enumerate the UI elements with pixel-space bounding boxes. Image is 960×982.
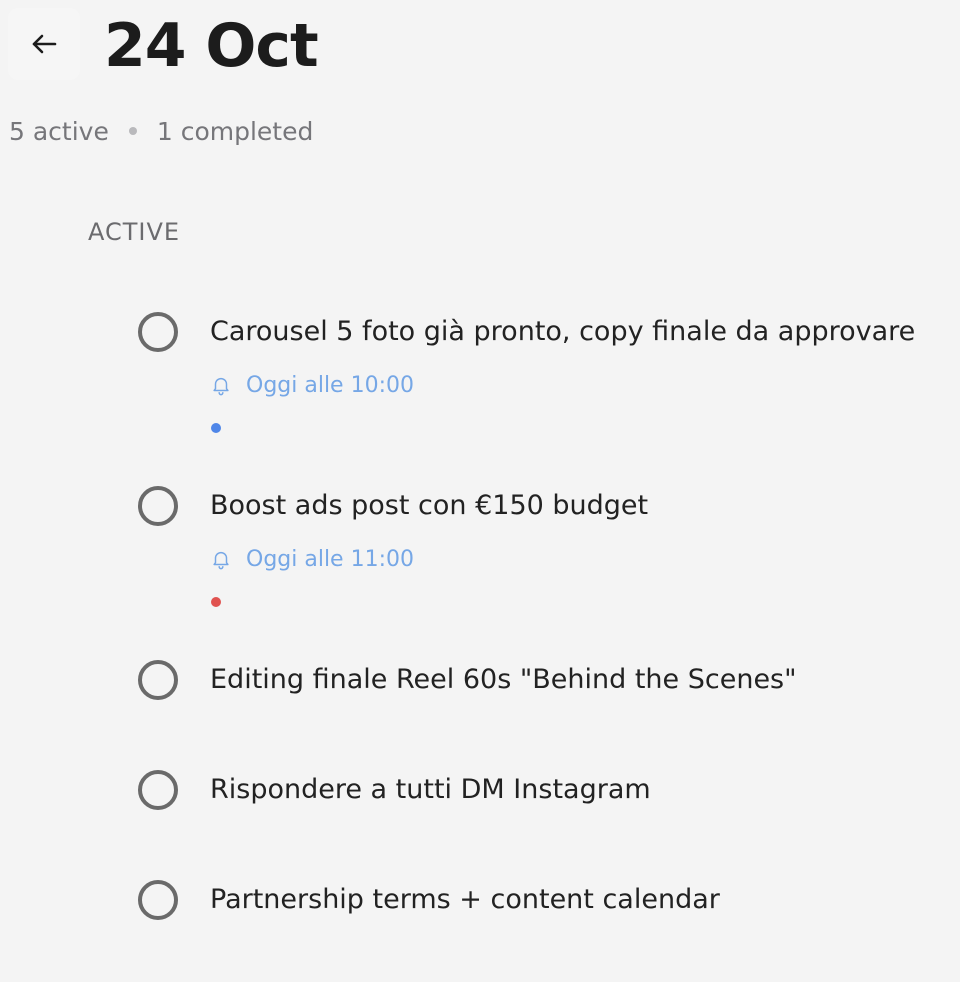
task-checkbox[interactable]	[138, 770, 178, 810]
task-reminder[interactable]: Oggi alle 11:00	[210, 544, 414, 574]
task-item[interactable]: Partnership terms + content calendar	[138, 880, 960, 920]
page-title: 24 Oct	[104, 11, 319, 81]
task-checkbox[interactable]	[138, 660, 178, 700]
task-title[interactable]: Rispondere a tutti DM Instagram	[210, 770, 651, 810]
back-button[interactable]	[8, 8, 80, 80]
task-title[interactable]: Boost ads post con €150 budget	[210, 486, 648, 526]
bell-icon	[213, 377, 229, 396]
completed-count[interactable]: 1 completed	[157, 117, 314, 146]
task-checkbox[interactable]	[138, 312, 178, 352]
task-title[interactable]: Editing finale Reel 60s "Behind the Scen…	[210, 660, 797, 700]
bell-icon	[213, 551, 229, 570]
separator-dot	[128, 127, 137, 135]
task-item[interactable]: Boost ads post con €150 budget Oggi alle…	[138, 486, 960, 616]
task-title[interactable]: Partnership terms + content calendar	[210, 880, 720, 920]
task-item[interactable]: Carousel 5 foto già pronto, copy finale …	[138, 312, 960, 442]
task-item[interactable]: Editing finale Reel 60s "Behind the Scen…	[138, 660, 960, 700]
task-day-view: 24 Oct 5 active 1 completed ACTIVE Carou…	[0, 0, 960, 982]
reminder-time: Oggi alle 10:00	[246, 372, 414, 398]
task-checkbox[interactable]	[138, 486, 178, 526]
task-item[interactable]: Rispondere a tutti DM Instagram	[138, 770, 960, 810]
reminder-time: Oggi alle 11:00	[246, 546, 414, 572]
task-summary: 5 active 1 completed	[9, 114, 313, 148]
task-reminder[interactable]: Oggi alle 10:00	[210, 370, 414, 400]
tag-color-dot	[211, 597, 221, 607]
tag-color-dot	[211, 423, 221, 433]
arrow-left-icon	[32, 34, 57, 54]
section-heading-active: ACTIVE	[88, 218, 181, 246]
active-count: 5 active	[9, 116, 109, 146]
task-title[interactable]: Carousel 5 foto già pronto, copy finale …	[210, 312, 915, 352]
task-checkbox[interactable]	[138, 880, 178, 920]
